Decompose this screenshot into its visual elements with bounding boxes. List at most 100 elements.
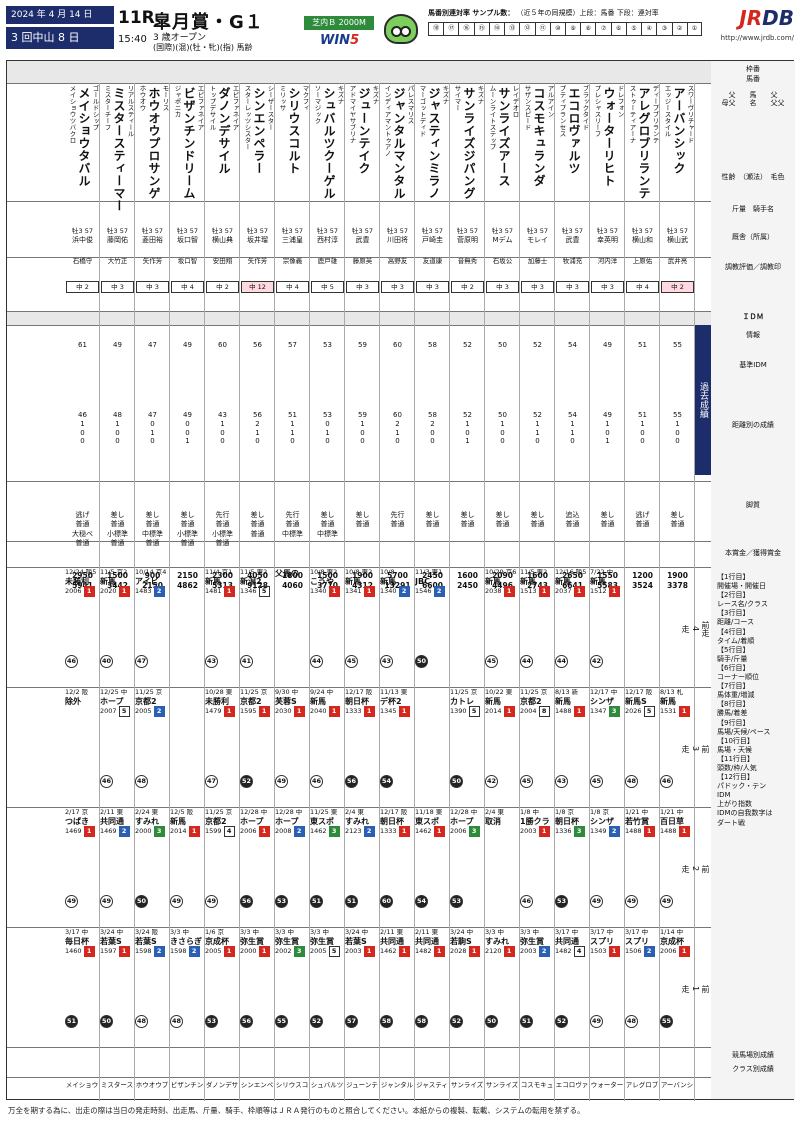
past-race-block[interactable]: 3/24 阪若葉S 1598 2 48 xyxy=(135,929,170,1045)
horse-name[interactable]: サンライズジパング xyxy=(462,87,476,200)
jockey-name[interactable]: 西村淳 xyxy=(311,235,344,245)
horse-column[interactable]: プティプランセス エコロヴァルツ ブラックタイド 牡3 57 武豊 牧浦充中 3 54 54 … xyxy=(555,83,590,1101)
past-race-block[interactable] xyxy=(625,569,660,685)
past-race-block[interactable] xyxy=(415,689,450,805)
past-race-block[interactable]: 2/4 東取消 xyxy=(485,809,520,925)
jockey-name[interactable]: Mデム xyxy=(486,235,519,245)
past-race-block[interactable]: 10/22 東新馬 2014 1 42 xyxy=(485,689,520,805)
past-race-block[interactable]: 父馬の xyxy=(275,569,310,685)
past-race-block[interactable]: 10/29 京6 新馬 2038 1 45 xyxy=(485,569,520,685)
past-race-block[interactable]: 11/25 京カトレ 1390 5 50 xyxy=(450,689,485,805)
past-race-block[interactable]: 12/24 阪5 未勝利 2006 1 46 xyxy=(65,569,100,685)
past-race-block[interactable]: 9/24 中新馬 2040 1 46 xyxy=(310,689,345,805)
past-race-block[interactable]: 1/6 京京成杯 2005 1 53 xyxy=(205,929,240,1045)
past-race-block[interactable]: 12/28 中ホープ 2006 3 53 xyxy=(450,809,485,925)
horse-name[interactable]: シュバルツクーゲル xyxy=(322,87,336,200)
past-race-block[interactable]: 11/5 京2 新馬 2020 1 40 xyxy=(100,569,135,685)
past-race-block[interactable]: 12/28 中ホープ 2008 2 53 xyxy=(275,809,310,925)
jockey-name[interactable]: 幸英明 xyxy=(591,235,624,245)
past-race-block[interactable]: 9/30 中芙蓉S 2030 1 49 xyxy=(275,689,310,805)
horse-column[interactable]: ミリッサ シリウスコルト マクフィ 牡3 57 三浦皇 宗像義中 4 57 51 1 1 0 先… xyxy=(275,83,310,1101)
past-race-block[interactable]: 3/3 中弥生賞 2005 5 52 xyxy=(310,929,345,1045)
past-race-block[interactable]: 3/17 中毎日杯 1460 1 51 xyxy=(65,929,100,1045)
horse-column[interactable]: エッジースタイル アーバンシック スワーヴリチャード 牡3 57 横山武 武井亮中 2 55… xyxy=(660,83,695,1101)
past-race-block[interactable]: 12/17 阪朝日杯 1333 1 56 xyxy=(345,689,380,805)
past-race-block[interactable]: 3/3 中弥生賞 2003 2 51 xyxy=(520,929,555,1045)
jockey-name[interactable]: モレイ xyxy=(521,235,554,245)
past-race-block[interactable]: 11/25 京京都2 1599 4 49 xyxy=(205,809,240,925)
horse-column[interactable]: メイショウツバクロ メイショウタバル ゴールドシップ 牡3 57 浜中俊 石橋守中 2 61… xyxy=(65,83,100,1101)
past-race-block[interactable]: 12/25 中ホープ 2007 5 46 xyxy=(100,689,135,805)
past-race-block[interactable]: 1/8 中 1勝クラ 2003 1 46 xyxy=(520,809,555,925)
past-race-block[interactable]: 11/25 京京都2 1595 1 52 xyxy=(240,689,275,805)
past-race-block[interactable]: 11/25 東東スポ 1462 3 51 xyxy=(310,809,345,925)
past-race-block[interactable]: 10/14 京4 アイビ 1483 2 47 xyxy=(135,569,170,685)
past-race-block[interactable]: 3/3 中すみれ 2120 1 50 xyxy=(485,929,520,1045)
horse-column[interactable]: インディアマントゥアノ ジャンタルマンタル パレスマリス 牡3 57 川田将 高野友中 3… xyxy=(380,83,415,1101)
horse-column[interactable]: サイマー サンライズジパング キズナ 牡3 57 菅原明 音無秀中 2 52 52 1 0 1… xyxy=(450,83,485,1101)
past-race-block[interactable]: 12/5 阪新馬 2014 1 49 xyxy=(170,809,205,925)
horse-name[interactable]: サンライズアース xyxy=(497,87,511,187)
past-race-block[interactable]: 2/24 東すみれ 2000 3 50 xyxy=(135,809,170,925)
past-race-block[interactable]: 11/13 東デ杯2 1345 1 54 xyxy=(380,689,415,805)
horse-column[interactable]: マーゴットディド ジャスティンミラノ キズナ 牡3 57 戸崎圭 友道康中 3 58 58 2… xyxy=(415,83,450,1101)
horse-name[interactable]: アーバンシック xyxy=(672,87,686,175)
past-race-block[interactable]: 3/3 中弥生賞 2002 3 55 xyxy=(275,929,310,1045)
past-race-block[interactable]: 1/8 京シンザ 1349 2 49 xyxy=(590,809,625,925)
past-race-block[interactable]: 8/13 新新馬 1488 1 43 xyxy=(555,689,590,805)
past-race-block[interactable]: 3/24 中若葉S 1597 1 50 xyxy=(100,929,135,1045)
jockey-name[interactable]: 坂井瑠 xyxy=(241,235,274,245)
jockey-name[interactable]: 藤岡佑 xyxy=(101,235,134,245)
past-race-block[interactable]: 2/4 東すみれ 2123 2 51 xyxy=(345,809,380,925)
horse-name[interactable]: シリウスコルト xyxy=(287,87,301,175)
horse-column[interactable]: ホウオウ ホウオウプロサンゲ モーリス 牡3 57 菱田裕 矢作芳中 3 47 47 0 1 … xyxy=(135,83,170,1101)
past-race-block[interactable]: 10/8 東2 新馬 1341 1 45 xyxy=(345,569,380,685)
horse-name[interactable]: ウォーターリヒト xyxy=(602,87,616,187)
past-race-block[interactable]: 10/28 東未勝利 1479 1 47 xyxy=(205,689,240,805)
past-race-block[interactable]: 10/8 東2 こうや 1340 1 44 xyxy=(310,569,345,685)
past-race-block[interactable]: 2/11 東共同通 1462 1 58 xyxy=(380,929,415,1045)
past-race-block[interactable]: 11/18 東東スポ 1462 1 54 xyxy=(415,809,450,925)
horse-name[interactable]: ジューンテイク xyxy=(357,87,371,175)
past-race-block[interactable]: 10/8 新馬 1340 2 43 xyxy=(380,569,415,685)
horse-column[interactable]: トップデサイル ダノンデサイル エピファネイア 牡3 57 横山典 安田翔中 2 60 43 … xyxy=(205,83,240,1101)
jrdb-url[interactable]: http://www.jrdb.com/ xyxy=(721,34,794,42)
past-race-block[interactable]: 12/17 阪朝日杯 1333 1 60 xyxy=(380,809,415,925)
jockey-name[interactable]: 川田将 xyxy=(381,235,414,245)
horse-name[interactable]: コスモキュランダ xyxy=(532,87,546,187)
jockey-name[interactable]: 菱田裕 xyxy=(136,235,169,245)
horse-column[interactable]: プレシャスリーフ ウォーターリヒト ドレフォン 牡3 57 幸英明 河内洋中 3 49 49 … xyxy=(590,83,625,1101)
jockey-name[interactable]: 武豊 xyxy=(556,235,589,245)
horse-column[interactable]: ジャポニカ ビザンチンドリーム エピファネイア 牡3 57 坂口智 坂口智中 4 49 49 … xyxy=(170,83,205,1101)
past-race-block[interactable]: 1/21 中若竹賞 1488 1 49 xyxy=(625,809,660,925)
past-race-block[interactable]: 11/25 京京都2 2005 2 48 xyxy=(135,689,170,805)
past-race-block[interactable] xyxy=(450,569,485,685)
past-race-block[interactable]: 11/3 東1 JBC 1546 2 50 xyxy=(415,569,450,685)
horse-name[interactable]: ジャンタルマンタル xyxy=(392,87,406,200)
jockey-name[interactable]: 横山典 xyxy=(206,235,239,245)
past-race-block[interactable]: 2/11 東共同通 1469 2 49 xyxy=(100,809,135,925)
horse-column[interactable]: スターレッツシスター シンエンペラー シーザースター 牡3 57 坂井瑠 矢作芳中 12 5… xyxy=(240,83,275,1101)
past-race-block[interactable]: 11/5 東2 新馬 1513 1 44 xyxy=(520,569,555,685)
horse-name[interactable]: アレグロブリランテ xyxy=(637,87,651,200)
horse-column[interactable]: サザンスピード コスモキュランダ アルアイン 牡3 57 モレイ 加藤士中 3 52 52 1… xyxy=(520,83,555,1101)
past-race-block[interactable]: 12/17 中シンザ 1347 3 45 xyxy=(590,689,625,805)
past-race-block[interactable]: 3/24 中若駒S 2028 1 52 xyxy=(450,929,485,1045)
past-race-block[interactable]: 12/28 中ホープ 2006 1 56 xyxy=(240,809,275,925)
past-race-block[interactable]: 2/17 京つばき 1469 1 49 xyxy=(65,809,100,925)
horse-name[interactable]: ジャスティンミラノ xyxy=(427,87,441,200)
jockey-name[interactable]: 浜中俊 xyxy=(66,235,99,245)
past-race-block[interactable]: 11/4 京1 新馬 1481 1 43 xyxy=(205,569,240,685)
horse-name[interactable]: ダノンデサイル xyxy=(217,87,231,175)
horse-column[interactable]: ストゥーティアーナ アレグロブリランテ ディープブリランテ 牡3 57 横山和 上原佑中 … xyxy=(625,83,660,1101)
past-race-block[interactable]: 2/11 東共同通 1482 1 58 xyxy=(415,929,450,1045)
past-race-block[interactable]: 3/3 中きさらぎ 1598 2 48 xyxy=(170,929,205,1045)
past-race-block[interactable]: 12/2 阪除外 xyxy=(65,689,100,805)
horse-column[interactable]: アドマイヤサブリナ ジューンテイク キズナ 牡3 57 武豊 藤原英中 3 59 59 1 0… xyxy=(345,83,380,1101)
horse-name[interactable]: ビザンチンドリーム xyxy=(182,87,196,200)
horse-name[interactable]: メイショウタバル xyxy=(77,87,91,187)
horse-column[interactable]: ミスターチーフ ミスタースティーマー リアルスティール 牡3 57 藤岡佑 大竹正中 3 4… xyxy=(100,83,135,1101)
jockey-name[interactable]: 戸崎圭 xyxy=(416,235,449,245)
jockey-name[interactable]: 坂口智 xyxy=(171,235,204,245)
past-race-block[interactable]: 11/25 京京都2 2004 8 45 xyxy=(520,689,555,805)
